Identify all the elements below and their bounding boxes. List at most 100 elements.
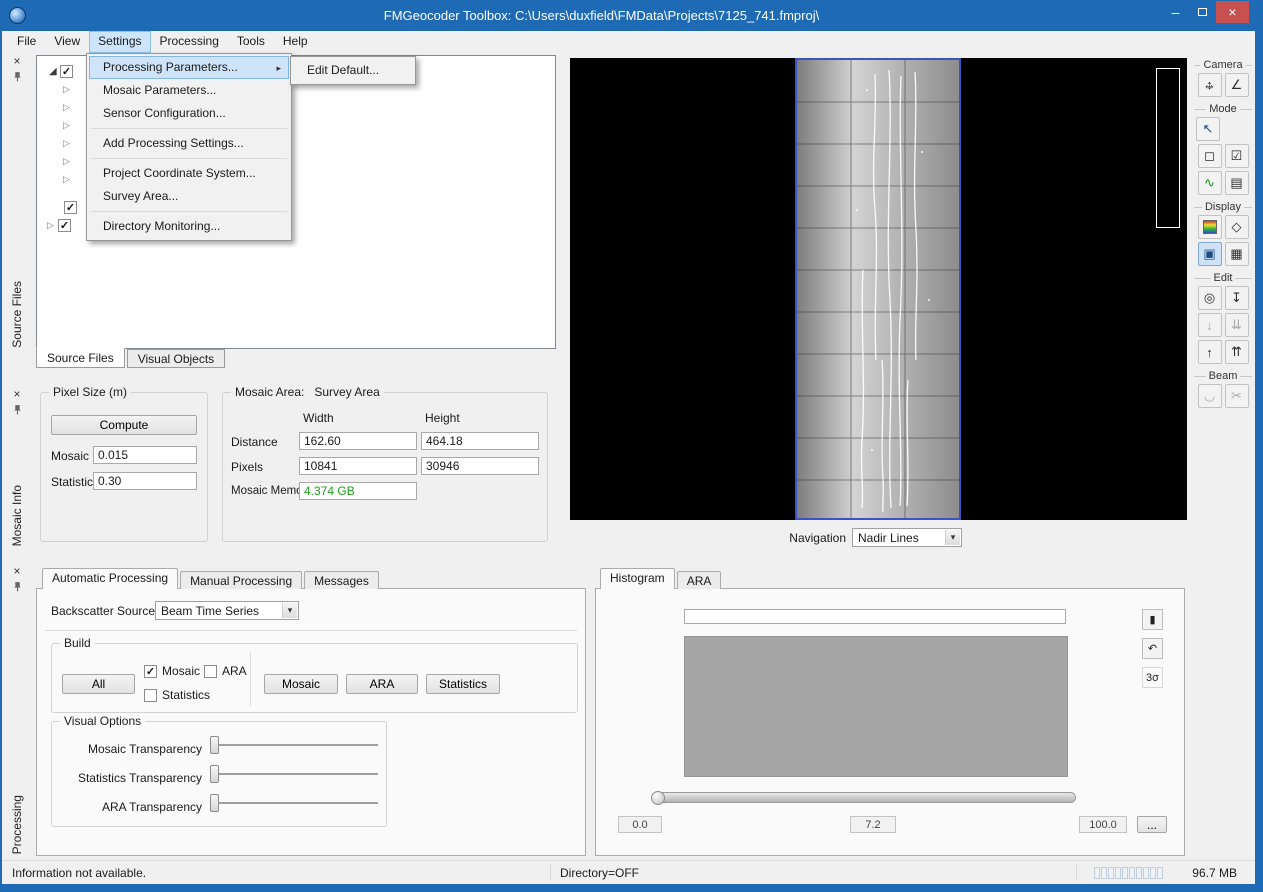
minimize-button[interactable]: – (1162, 1, 1189, 23)
display-colormap-button[interactable] (1198, 215, 1222, 239)
build-ara-button[interactable]: ARA (346, 674, 418, 694)
tree-collapsed-icon[interactable]: ▷ (63, 156, 74, 167)
edit-lower-button[interactable]: ↓ (1198, 313, 1222, 337)
menu-tools[interactable]: Tools (228, 31, 274, 53)
navigation-combo[interactable]: Nadir Lines ▾ (852, 528, 962, 547)
pin-icon[interactable] (12, 71, 23, 85)
tree-row[interactable]: ◢ ✓ (49, 63, 73, 79)
display-tag-button[interactable]: ◇ (1225, 215, 1249, 239)
tree-row[interactable]: ▷ ✓ (47, 217, 71, 233)
compute-button[interactable]: Compute (51, 415, 197, 435)
tree-row[interactable]: ▷ (63, 81, 74, 97)
histogram-fit-button[interactable]: ▮ (1142, 609, 1163, 630)
menuitem-project-coordinate-system[interactable]: Project Coordinate System... (89, 162, 289, 185)
build-all-button[interactable]: All (62, 674, 135, 694)
distance-height-field[interactable]: 464.18 (421, 432, 539, 450)
menu-view[interactable]: View (45, 31, 89, 53)
range-mid-value[interactable]: 7.2 (850, 816, 896, 833)
mosaic-transparency-slider[interactable] (210, 736, 378, 754)
close-panel-icon[interactable]: × (13, 388, 20, 401)
display-grid-button[interactable]: ▦ (1225, 242, 1249, 266)
pixels-width-field[interactable]: 10841 (299, 457, 417, 475)
tree-row[interactable]: ▷ (63, 153, 74, 169)
tree-collapsed-icon[interactable]: ▷ (47, 220, 58, 231)
edit-move-down-button[interactable]: ↧ (1225, 286, 1249, 310)
range-max-value[interactable]: 100.0 (1079, 816, 1127, 833)
close-panel-icon[interactable]: × (13, 55, 20, 68)
mode-select-button[interactable]: ↖ (1196, 117, 1220, 141)
ara-checkbox[interactable] (204, 665, 217, 678)
statistics-checkbox[interactable] (144, 689, 157, 702)
tree-collapsed-icon[interactable]: ▷ (63, 102, 74, 113)
tab-messages[interactable]: Messages (304, 571, 379, 589)
mosaic-pixel-size-field[interactable]: 0.015 (93, 446, 197, 464)
beam-fan-button[interactable]: ◡ (1198, 384, 1222, 408)
tab-manual-processing[interactable]: Manual Processing (180, 571, 302, 589)
tree-collapsed-icon[interactable]: ▷ (63, 84, 74, 95)
camera-pan-button[interactable]: ↔↕ (1198, 73, 1222, 97)
tree-collapsed-icon[interactable]: ▷ (63, 174, 74, 185)
display-3d-cube-button[interactable]: ▣ (1198, 242, 1222, 266)
close-button[interactable]: × (1216, 1, 1249, 23)
menuitem-survey-area[interactable]: Survey Area... (89, 185, 289, 208)
close-panel-icon[interactable]: × (13, 565, 20, 578)
tab-ara[interactable]: ARA (677, 571, 722, 589)
pin-icon[interactable] (12, 581, 23, 595)
histogram-reset-button[interactable]: ↶ (1142, 638, 1163, 659)
camera-axis-button[interactable]: ∠ (1225, 73, 1249, 97)
mosaic-display-area[interactable] (570, 58, 1187, 520)
histogram-range-slider[interactable] (652, 792, 1076, 803)
ara-checkbox-row[interactable]: ARA (204, 664, 247, 678)
slider-thumb[interactable] (210, 736, 219, 754)
pin-icon[interactable] (12, 404, 23, 418)
menu-processing[interactable]: Processing (151, 31, 228, 53)
mosaic-checkbox[interactable]: ✓ (144, 665, 157, 678)
histogram-value-input[interactable] (684, 609, 1066, 624)
tree-row[interactable]: ✓ (64, 199, 77, 215)
slider-knob[interactable] (651, 791, 665, 805)
statistics-checkbox-row[interactable]: Statistics (144, 688, 210, 702)
tree-row[interactable]: ▷ (63, 99, 74, 115)
menuitem-processing-parameters[interactable]: Processing Parameters...▸ (89, 56, 289, 79)
menuitem-directory-monitoring[interactable]: Directory Monitoring... (89, 215, 289, 238)
menu-help[interactable]: Help (274, 31, 317, 53)
tab-visual-objects[interactable]: Visual Objects (127, 349, 225, 368)
mode-sheet-button[interactable]: ▤ (1225, 171, 1249, 195)
tree-checkbox[interactable]: ✓ (60, 65, 73, 78)
tree-collapsed-icon[interactable]: ▷ (63, 120, 74, 131)
menu-file[interactable]: File (8, 31, 45, 53)
range-more-button[interactable]: ... (1137, 816, 1167, 833)
distance-width-field[interactable]: 162.60 (299, 432, 417, 450)
mode-check-select-button[interactable]: ☑ (1225, 144, 1249, 168)
edit-raise-all-button[interactable]: ⇈ (1225, 340, 1249, 364)
tree-checkbox[interactable]: ✓ (64, 201, 77, 214)
tab-histogram[interactable]: Histogram (600, 568, 675, 589)
build-statistics-button[interactable]: Statistics (426, 674, 500, 694)
menuitem-add-processing-settings[interactable]: Add Processing Settings... (89, 132, 289, 155)
edit-target-button[interactable]: ◎ (1198, 286, 1222, 310)
mode-rect-select-button[interactable]: ◻ (1198, 144, 1222, 168)
tree-row[interactable]: ▷ (63, 171, 74, 187)
tree-expanded-icon[interactable]: ◢ (49, 66, 60, 77)
beam-cut-button[interactable]: ✂ (1225, 384, 1249, 408)
survey-mosaic-strip[interactable] (795, 58, 961, 520)
edit-lower-all-button[interactable]: ⇊ (1225, 313, 1249, 337)
tree-row[interactable]: ▷ (63, 135, 74, 151)
ara-transparency-slider[interactable] (210, 794, 378, 812)
build-mosaic-button[interactable]: Mosaic (264, 674, 338, 694)
backscatter-source-combo[interactable]: Beam Time Series ▾ (155, 601, 299, 620)
statistics-transparency-slider[interactable] (210, 765, 378, 783)
mosaic-checkbox-row[interactable]: ✓ Mosaic (144, 664, 200, 678)
tab-source-files[interactable]: Source Files (36, 348, 125, 368)
tab-automatic-processing[interactable]: Automatic Processing (42, 568, 178, 589)
tree-collapsed-icon[interactable]: ▷ (63, 138, 74, 149)
pixels-height-field[interactable]: 30946 (421, 457, 539, 475)
menuitem-mosaic-parameters[interactable]: Mosaic Parameters... (89, 79, 289, 102)
slider-thumb[interactable] (210, 765, 219, 783)
mode-spline-button[interactable]: ∿ (1198, 171, 1222, 195)
menu-settings[interactable]: Settings (89, 31, 150, 53)
range-min-value[interactable]: 0.0 (618, 816, 662, 833)
menuitem-sensor-configuration[interactable]: Sensor Configuration... (89, 102, 289, 125)
tree-row[interactable]: ▷ (63, 117, 74, 133)
menuitem-edit-default[interactable]: Edit Default... (293, 59, 413, 82)
